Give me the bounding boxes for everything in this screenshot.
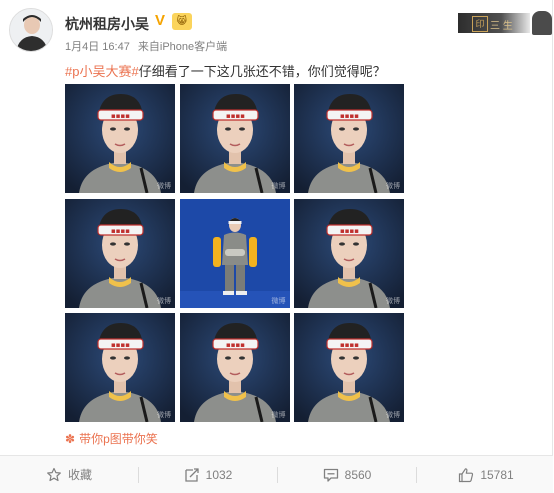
star-outline-icon — [47, 467, 61, 481]
photo-portrait-image: ▪▪▪▪ — [65, 198, 175, 308]
photo-portrait-image: ▪▪▪▪ — [65, 313, 175, 422]
repost-count: 1032 — [205, 467, 233, 482]
post-photo[interactable]: ▪▪▪▪ 微博 — [294, 84, 404, 193]
like-count: 15781 — [480, 467, 514, 482]
svg-text:▪▪▪▪: ▪▪▪▪ — [340, 341, 359, 349]
promo-title: 三 生 — [490, 21, 513, 32]
weibo-post-card: 杭州租房小吴 V 😸 1月4日 16:47 来自iPhone客户端 印 三 生 … — [0, 0, 553, 493]
photo-watermark: 微博 — [271, 297, 286, 305]
photo-portrait-image: ▪▪▪▪ — [294, 198, 404, 308]
photo-watermark: 微博 — [386, 297, 400, 305]
photo-watermark: 微博 — [157, 297, 171, 305]
post-text: #p小吴大赛#仔细看了一下这几张还不错，你们觉得呢？ — [65, 61, 386, 80]
photo-watermark: 微博 — [386, 412, 400, 419]
post-photo[interactable]: ▪▪▪▪ 微博 — [294, 198, 404, 308]
repost-button[interactable]: 1032 — [139, 456, 277, 493]
post-photo[interactable]: ▪▪▪▪ 微博 — [179, 84, 290, 193]
promo-seal: 印 — [472, 16, 488, 32]
member-badge-icon[interactable]: 😸 — [172, 13, 192, 30]
comment-bubble-icon — [323, 468, 338, 482]
photo-portrait-image: ▪▪▪▪ — [179, 84, 290, 193]
post-photo[interactable]: ▪▪▪▪ 微博 — [65, 84, 175, 193]
post-body: 仔细看了一下这几张还不错，你们觉得呢？ — [138, 64, 386, 79]
svg-text:▪▪▪▪: ▪▪▪▪ — [111, 341, 130, 349]
post-source-prefix: 来自 — [137, 41, 160, 53]
svg-text:▪▪▪▪: ▪▪▪▪ — [111, 112, 130, 120]
photo-portrait-image: ▪▪▪▪ — [294, 84, 404, 193]
flower-icon: ✽ — [65, 432, 76, 446]
favorite-button[interactable]: 收藏 — [0, 456, 138, 493]
svg-text:▪▪▪▪: ▪▪▪▪ — [340, 112, 359, 120]
post-photo[interactable]: ▪▪▪▪ 微博 — [65, 198, 175, 308]
promo-banner[interactable]: 印 三 生 — [458, 10, 552, 36]
like-button[interactable]: 15781 — [417, 456, 554, 493]
photo-portrait-image: ▪▪▪▪ — [65, 84, 175, 193]
post-photo[interactable]: 微博 — [179, 198, 290, 308]
repost-source-label: 带你p图带你笑 — [79, 432, 158, 446]
repost-source-link[interactable]: ✽ 带你p图带你笑 — [65, 430, 158, 447]
photo-watermark: 微博 — [271, 412, 286, 419]
photo-portrait-image: ▪▪▪▪ — [294, 313, 404, 422]
svg-text:▪▪▪▪: ▪▪▪▪ — [226, 112, 245, 120]
photo-watermark: 微博 — [157, 412, 171, 419]
post-photo[interactable]: ▪▪▪▪ 微博 — [179, 313, 290, 422]
promo-portrait — [532, 11, 552, 35]
share-arrow-icon — [184, 467, 199, 482]
photo-grid: ▪▪▪▪ 微博 ▪▪▪▪ 微博 ▪▪▪▪ 微博 ▪▪▪▪ 微博 微博 ▪▪▪▪ 微博 ▪▪▪▪ 微博 ▪▪… — [65, 84, 405, 423]
author-avatar[interactable] — [9, 8, 53, 52]
svg-text:▪▪▪▪: ▪▪▪▪ — [340, 227, 359, 235]
topic-link[interactable]: #p小吴大赛# — [65, 64, 139, 79]
photo-watermark: 微博 — [157, 183, 171, 190]
photo-fullbody-image — [179, 198, 290, 308]
post-meta: 1月4日 16:47 来自iPhone客户端 — [65, 38, 227, 54]
photo-portrait-image: ▪▪▪▪ — [179, 313, 290, 422]
verified-badge-icon[interactable]: V — [155, 13, 169, 29]
action-bar: 收藏 1032 8560 15781 — [0, 455, 553, 493]
post-photo[interactable]: ▪▪▪▪ 微博 — [65, 313, 175, 422]
photo-watermark: 微博 — [271, 183, 286, 190]
favorite-label: 收藏 — [67, 468, 92, 482]
thumbs-up-icon — [459, 467, 474, 482]
comment-button[interactable]: 8560 — [278, 456, 416, 493]
post-date[interactable]: 1月4日 16:47 — [65, 41, 130, 53]
svg-text:▪▪▪▪: ▪▪▪▪ — [111, 227, 130, 235]
author-name[interactable]: 杭州租房小吴 — [65, 14, 149, 34]
post-photo[interactable]: ▪▪▪▪ 微博 — [294, 313, 404, 422]
photo-watermark: 微博 — [386, 183, 400, 190]
svg-text:▪▪▪▪: ▪▪▪▪ — [226, 341, 245, 349]
comment-count: 8560 — [344, 467, 372, 482]
post-client[interactable]: iPhone客户端 — [160, 41, 227, 53]
